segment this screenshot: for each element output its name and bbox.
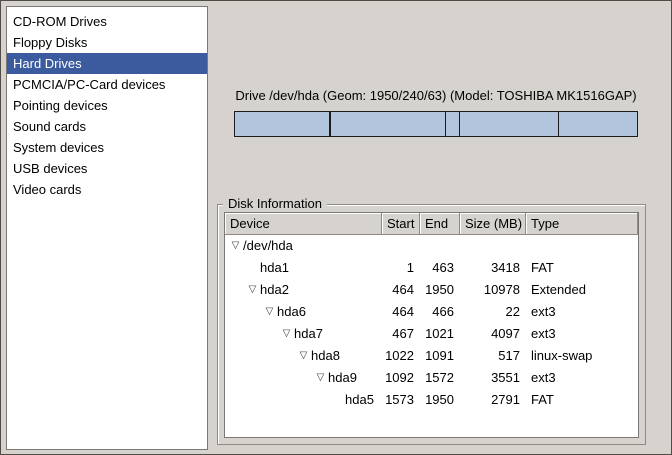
type-cell: linux-swap	[526, 345, 638, 367]
sidebar-item-sound-cards[interactable]: Sound cards	[7, 116, 207, 137]
type-cell: FAT	[526, 389, 638, 411]
size-cell: 22	[460, 301, 526, 323]
size-cell: 3551	[460, 367, 526, 389]
device-category-list: CD-ROM Drives Floppy Disks Hard Drives P…	[6, 6, 208, 450]
end-cell: 1950	[420, 389, 460, 411]
table-row[interactable]: ▽ /dev/hda	[225, 235, 638, 257]
expander-icon[interactable]: ▽	[313, 367, 328, 389]
sidebar-item-video-cards[interactable]: Video cards	[7, 179, 207, 200]
table-header-row: Device Start End Size (MB) Type	[225, 213, 638, 235]
expander-icon[interactable]: ▽	[296, 345, 311, 367]
table-row[interactable]: ▽ hda9 1092 1572 3551 ext3	[225, 367, 638, 389]
device-label: /dev/hda	[243, 235, 293, 257]
sidebar-item-usb-devices[interactable]: USB devices	[7, 158, 207, 179]
partition-table: Device Start End Size (MB) Type ▽ /dev/h…	[224, 212, 639, 438]
device-label: hda9	[328, 367, 357, 389]
size-cell: 3418	[460, 257, 526, 279]
device-cell: ▽ hda8	[225, 345, 382, 367]
end-cell: 1021	[420, 323, 460, 345]
end-cell	[420, 235, 460, 257]
end-cell: 1091	[420, 345, 460, 367]
start-cell	[382, 235, 420, 257]
device-label: hda1	[260, 257, 289, 279]
start-cell: 467	[382, 323, 420, 345]
device-label: hda5	[345, 389, 374, 411]
start-cell: 1573	[382, 389, 420, 411]
sidebar-item-pcmcia-devices[interactable]: PCMCIA/PC-Card devices	[7, 74, 207, 95]
partition-segment-hda7	[331, 112, 445, 136]
start-cell: 1092	[382, 367, 420, 389]
size-cell: 517	[460, 345, 526, 367]
type-cell: ext3	[526, 323, 638, 345]
sidebar-item-cdrom-drives[interactable]: CD-ROM Drives	[7, 11, 207, 32]
type-cell: ext3	[526, 367, 638, 389]
column-header-end[interactable]: End	[420, 213, 460, 235]
table-row[interactable]: hda5 1573 1950 2791 FAT	[225, 389, 638, 411]
size-cell: 10978	[460, 279, 526, 301]
sidebar-item-pointing-devices[interactable]: Pointing devices	[7, 95, 207, 116]
drive-title: Drive /dev/hda (Geom: 1950/240/63) (Mode…	[226, 88, 646, 103]
device-label: hda7	[294, 323, 323, 345]
partition-segment-hda5	[559, 112, 637, 136]
column-header-type[interactable]: Type	[526, 213, 638, 235]
column-header-device[interactable]: Device	[225, 213, 382, 235]
sidebar-item-floppy-disks[interactable]: Floppy Disks	[7, 32, 207, 53]
start-cell: 1022	[382, 345, 420, 367]
start-cell: 464	[382, 279, 420, 301]
partition-bar	[234, 111, 638, 137]
column-header-start[interactable]: Start	[382, 213, 420, 235]
device-cell: ▽ /dev/hda	[225, 235, 382, 257]
device-cell: ▽ hda6	[225, 301, 382, 323]
table-row[interactable]: ▽ hda8 1022 1091 517 linux-swap	[225, 345, 638, 367]
start-cell: 464	[382, 301, 420, 323]
column-header-size[interactable]: Size (MB)	[460, 213, 526, 235]
expander-icon[interactable]: ▽	[245, 279, 260, 301]
device-label: hda2	[260, 279, 289, 301]
sidebar-item-hard-drives[interactable]: Hard Drives	[7, 53, 207, 74]
partition-segment-hda1	[235, 112, 330, 136]
start-cell: 1	[382, 257, 420, 279]
size-cell: 4097	[460, 323, 526, 345]
table-row[interactable]: hda1 1 463 3418 FAT	[225, 257, 638, 279]
type-cell: Extended	[526, 279, 638, 301]
partition-segment-hda8	[446, 112, 460, 136]
size-cell	[460, 235, 526, 257]
table-row[interactable]: ▽ hda7 467 1021 4097 ext3	[225, 323, 638, 345]
size-cell: 2791	[460, 389, 526, 411]
type-cell	[526, 235, 638, 257]
expander-icon[interactable]: ▽	[228, 235, 243, 257]
end-cell: 466	[420, 301, 460, 323]
device-cell: hda1	[225, 257, 382, 279]
sidebar-item-system-devices[interactable]: System devices	[7, 137, 207, 158]
end-cell: 1572	[420, 367, 460, 389]
device-cell: ▽ hda9	[225, 367, 382, 389]
end-cell: 463	[420, 257, 460, 279]
device-label: hda8	[311, 345, 340, 367]
type-cell: FAT	[526, 257, 638, 279]
disk-information-legend: Disk Information	[223, 196, 327, 212]
device-cell: hda5	[225, 389, 382, 411]
table-row[interactable]: ▽ hda6 464 466 22 ext3	[225, 301, 638, 323]
device-cell: ▽ hda7	[225, 323, 382, 345]
device-cell: ▽ hda2	[225, 279, 382, 301]
type-cell: ext3	[526, 301, 638, 323]
expander-icon[interactable]: ▽	[279, 323, 294, 345]
device-label: hda6	[277, 301, 306, 323]
hardware-browser-window: CD-ROM Drives Floppy Disks Hard Drives P…	[0, 0, 672, 455]
expander-icon[interactable]: ▽	[262, 301, 277, 323]
end-cell: 1950	[420, 279, 460, 301]
table-row[interactable]: ▽ hda2 464 1950 10978 Extended	[225, 279, 638, 301]
partition-segment-hda9	[460, 112, 559, 136]
